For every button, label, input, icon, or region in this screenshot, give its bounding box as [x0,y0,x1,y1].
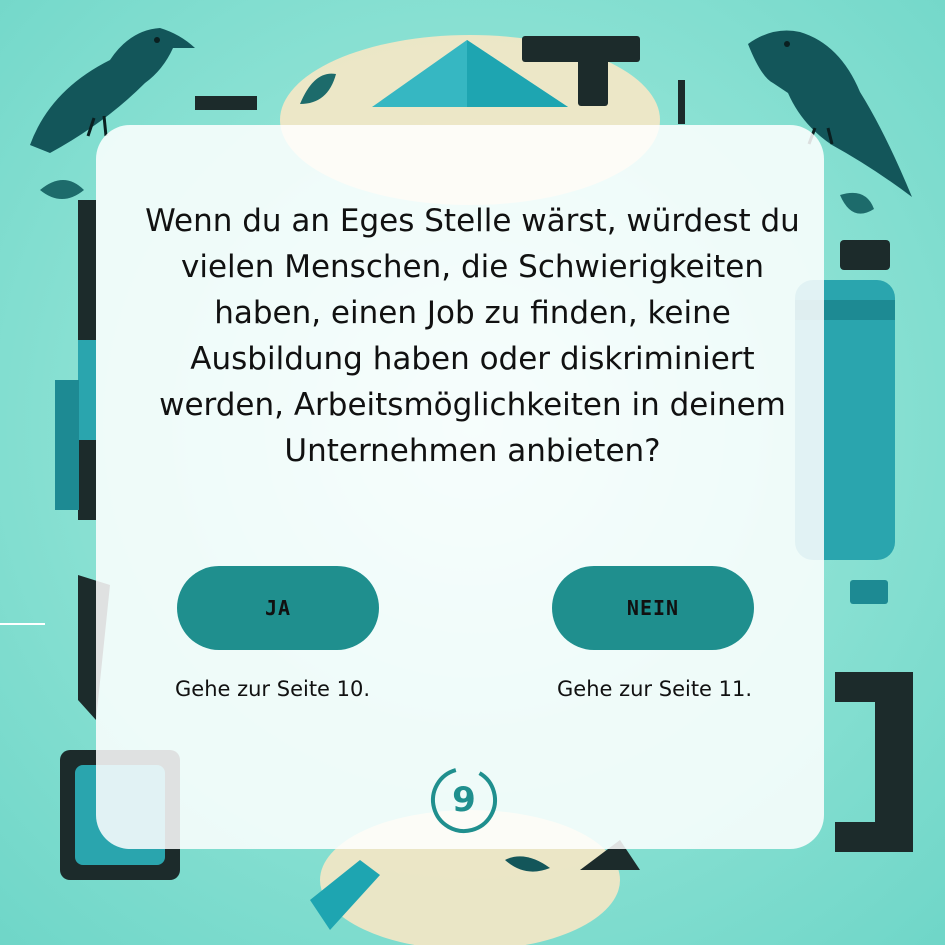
no-page-hint: Gehe zur Seite 11. [557,677,753,701]
yes-page-hint: Gehe zur Seite 10. [175,677,371,701]
no-button[interactable]: NEIN [552,566,754,650]
yes-button[interactable]: JA [177,566,379,650]
question-text: Wenn du an Eges Stelle wärst, würdest du… [145,203,800,469]
bracket-shape-icon [835,672,913,852]
page-number: 9 [452,780,476,820]
